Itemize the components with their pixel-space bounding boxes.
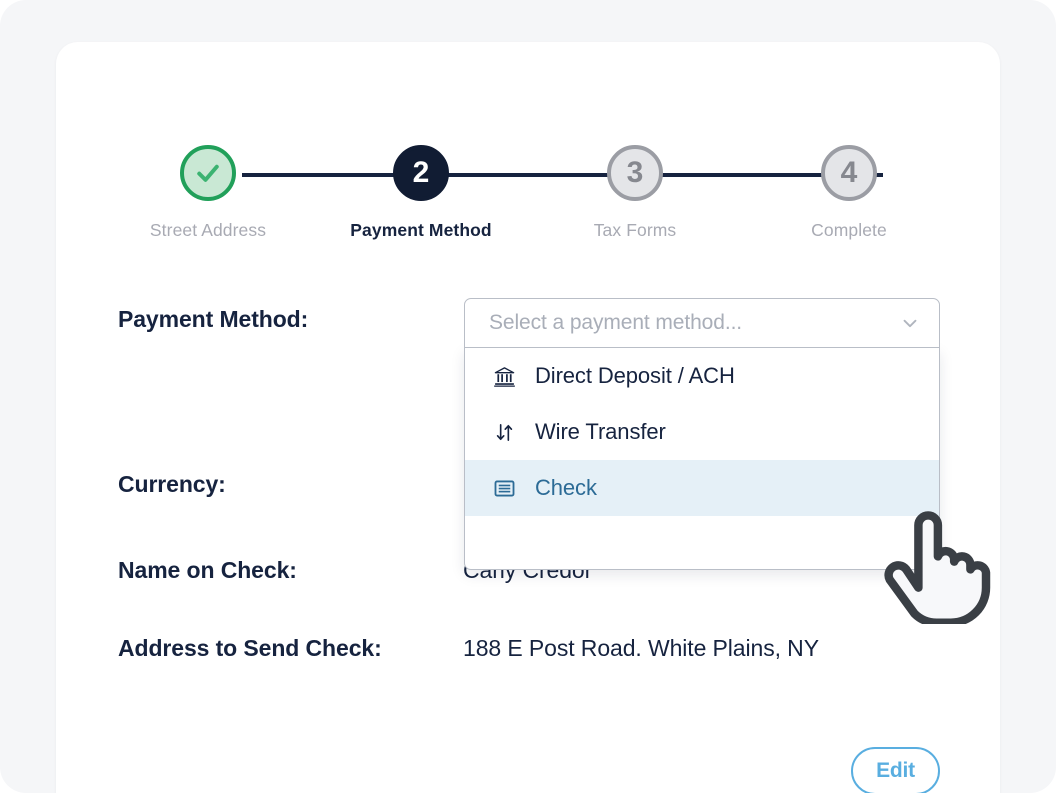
step-4-number: 4 (840, 156, 858, 189)
check-document-icon (489, 477, 519, 500)
payment-card: Street Address 2 Payment Method 3 Tax Fo… (56, 42, 1000, 793)
payment-method-select[interactable]: Select a payment method... Direct Deposi… (464, 298, 940, 570)
label-address-to-send-check: Address to Send Check: (118, 635, 382, 661)
bank-icon (489, 365, 519, 388)
step-2-number: 2 (412, 156, 430, 189)
option-direct-deposit-ach[interactable]: Direct Deposit / ACH (465, 348, 939, 404)
step-1-circle (180, 145, 236, 201)
option-label: Wire Transfer (535, 419, 666, 444)
stepper-step-tax-forms[interactable]: 3 Tax Forms (545, 108, 725, 241)
option-label: Check (535, 475, 597, 500)
step-3-circle: 3 (607, 145, 663, 201)
step-1-label: Street Address (149, 220, 267, 240)
option-wire-transfer[interactable]: Wire Transfer (465, 404, 939, 460)
progress-stepper: Street Address 2 Payment Method 3 Tax Fo… (56, 108, 1000, 248)
label-payment-method: Payment Method: (118, 306, 309, 332)
page-canvas: Street Address 2 Payment Method 3 Tax Fo… (0, 0, 1056, 793)
payment-method-options-panel: Direct Deposit / ACH Wire Transfer Check (464, 348, 940, 570)
stepper-step-street-address[interactable]: Street Address (118, 108, 298, 241)
select-placeholder-text: Select a payment method... (489, 311, 743, 334)
step-3-number: 3 (626, 156, 644, 189)
check-icon (197, 164, 219, 182)
edit-button[interactable]: Edit (851, 747, 940, 793)
step-4-circle: 4 (821, 145, 877, 201)
label-currency: Currency: (118, 471, 226, 497)
value-address-to-send-check: 188 E Post Road. White Plains, NY (463, 635, 819, 661)
step-2-circle: 2 (393, 145, 449, 201)
step-4-label: Complete (811, 220, 887, 240)
label-name-on-check: Name on Check: (118, 557, 297, 583)
select-field[interactable]: Select a payment method... (464, 298, 940, 348)
transfer-arrows-icon (489, 421, 519, 444)
option-check[interactable]: Check (465, 460, 939, 516)
stepper-step-payment-method[interactable]: 2 Payment Method (331, 108, 511, 241)
step-2-label: Payment Method (350, 220, 492, 240)
chevron-down-icon[interactable] (899, 312, 921, 334)
stepper-step-complete[interactable]: 4 Complete (759, 108, 939, 241)
option-label: Direct Deposit / ACH (535, 363, 735, 388)
step-3-label: Tax Forms (593, 220, 677, 240)
